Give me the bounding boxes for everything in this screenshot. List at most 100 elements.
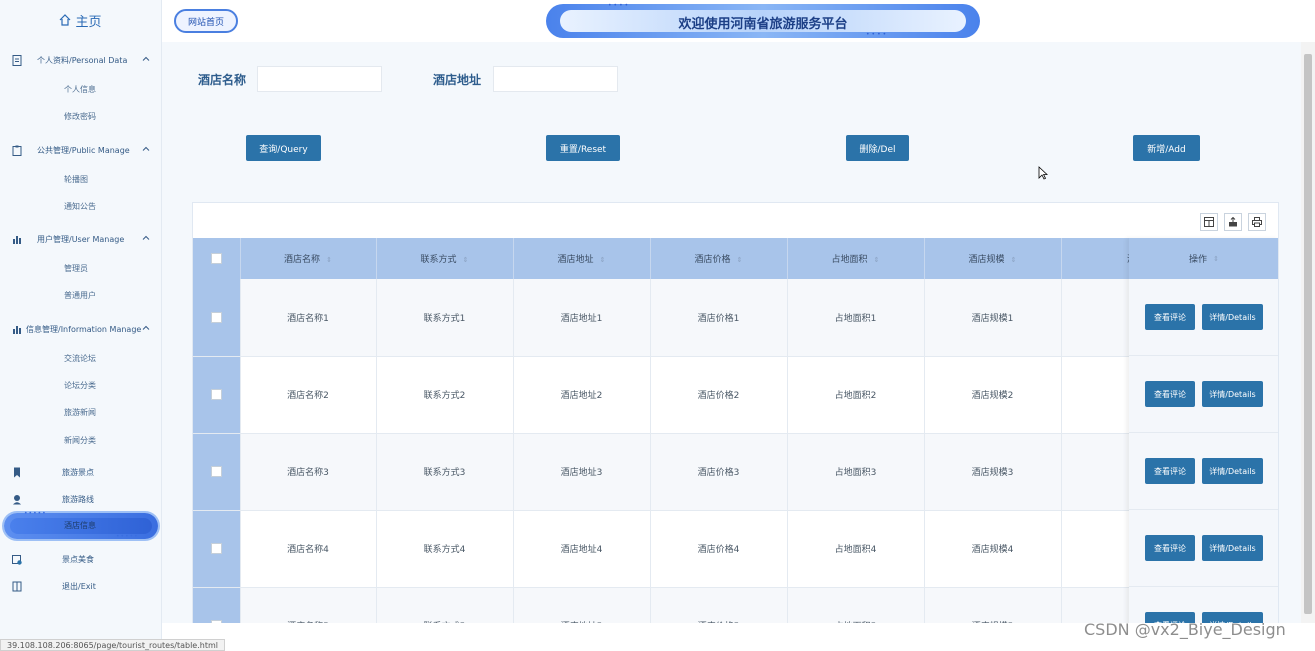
- select-all-cell[interactable]: [193, 238, 241, 279]
- operations-row: 查看评论 详情/Details: [1129, 433, 1278, 510]
- column-header-scale[interactable]: 酒店规模 ⇕: [924, 238, 1062, 279]
- sort-icon[interactable]: ⇕: [874, 256, 880, 264]
- sidebar-item-notices[interactable]: 通知公告: [0, 197, 162, 217]
- sort-icon[interactable]: ⇕: [326, 256, 332, 264]
- table-cell: 占地面积5: [787, 587, 925, 623]
- user-badge-icon: [13, 494, 21, 504]
- row-select-cell[interactable]: [193, 433, 241, 511]
- sidebar-item-attractions[interactable]: 旅游景点: [0, 461, 162, 483]
- table-cell: 酒店规模4: [924, 510, 1062, 588]
- details-button[interactable]: 详情/Details: [1202, 458, 1263, 484]
- sidebar-group-personal[interactable]: 个人资料/Personal Data: [0, 49, 162, 71]
- chevron-up-icon: [142, 146, 150, 151]
- sort-icon[interactable]: ⇕: [1213, 255, 1219, 263]
- table-row: 酒店名称2 联系方式2 酒店地址2 酒店价格2 占地面积2 酒店规模2 酒店: [193, 356, 1212, 434]
- sidebar-item-profile[interactable]: 个人信息: [0, 80, 162, 100]
- columns-toggle-button[interactable]: [1200, 213, 1218, 231]
- sidebar-group-users[interactable]: 用户管理/User Manage: [0, 228, 162, 250]
- column-header-address[interactable]: 酒店地址 ⇕: [513, 238, 651, 279]
- sort-icon[interactable]: ⇕: [600, 256, 606, 264]
- row-select-cell[interactable]: [193, 279, 241, 357]
- table-row: 酒店名称5 联系方式5 酒店地址5 酒店价格5 占地面积5 酒店规模5 酒店: [193, 587, 1212, 623]
- sidebar-group-label: 个人资料/Personal Data: [37, 55, 128, 65]
- select-all-checkbox[interactable]: [210, 253, 222, 264]
- table-row: 酒店名称3 联系方式3 酒店地址3 酒店价格3 占地面积3 酒店规模3 酒店: [193, 433, 1212, 511]
- sidebar-item-routes[interactable]: 旅游路线: [0, 488, 162, 510]
- sidebar-item-forum-category[interactable]: 论坛分类: [0, 376, 162, 396]
- reset-button[interactable]: 重置/Reset: [546, 135, 620, 161]
- sidebar-item-news-category[interactable]: 新闻分类: [0, 431, 162, 451]
- sidebar-item-carousel[interactable]: 轮播图: [0, 170, 162, 190]
- hotel-name-label: 酒店名称: [198, 73, 247, 87]
- view-comments-button[interactable]: 查看评论: [1145, 458, 1195, 484]
- column-header-name[interactable]: 酒店名称 ⇕: [240, 238, 377, 279]
- row-select-cell[interactable]: [193, 356, 241, 434]
- sort-icon[interactable]: ⇕: [1011, 256, 1017, 264]
- sidebar-item-password[interactable]: 修改密码: [0, 107, 162, 127]
- sidebar-item-exit[interactable]: 退出/Exit: [0, 575, 162, 597]
- sidebar-item-forum[interactable]: 交流论坛: [0, 349, 162, 369]
- export-button[interactable]: [1224, 213, 1242, 231]
- row-checkbox[interactable]: [210, 311, 222, 323]
- site-home-button[interactable]: 网站首页: [174, 9, 238, 33]
- view-comments-button[interactable]: 查看评论: [1145, 304, 1195, 330]
- sidebar-group-public[interactable]: 公共管理/Public Manage: [0, 139, 162, 161]
- decor-dots: ••••: [866, 31, 889, 38]
- vertical-scrollbar[interactable]: [1301, 42, 1315, 623]
- sort-icon[interactable]: ⇕: [463, 256, 469, 264]
- sort-icon[interactable]: ⇕: [737, 256, 743, 264]
- sidebar-group-label: 用户管理/User Manage: [37, 234, 125, 244]
- view-comments-button[interactable]: 查看评论: [1145, 381, 1195, 407]
- header-label: 占地面积: [831, 255, 868, 265]
- sidebar-item-users[interactable]: 普通用户: [0, 286, 162, 306]
- table-cell: 酒店价格3: [650, 433, 788, 511]
- sidebar-item-label: 退出/Exit: [62, 581, 96, 591]
- add-button[interactable]: 新增/Add: [1133, 135, 1200, 161]
- sidebar-home[interactable]: 主页: [0, 0, 161, 40]
- table-cell: 占地面积1: [787, 279, 925, 357]
- table-cell: 酒店名称4: [240, 510, 377, 588]
- view-comments-button[interactable]: 查看评论: [1145, 535, 1195, 561]
- sidebar-item-news[interactable]: 旅游新闻: [0, 403, 162, 423]
- row-checkbox[interactable]: [210, 466, 222, 477]
- column-header-contact[interactable]: 联系方式 ⇕: [376, 238, 514, 279]
- column-header-price[interactable]: 酒店价格 ⇕: [650, 238, 788, 279]
- header-label: 酒店地址: [557, 255, 594, 265]
- column-header-operations: 操作 ⇕: [1129, 238, 1278, 279]
- sidebar-item-food[interactable]: 景点美食: [0, 548, 162, 570]
- table-cell: 占地面积4: [787, 510, 925, 588]
- decor-dots: ••••: [608, 2, 631, 9]
- row-checkbox[interactable]: [210, 620, 222, 623]
- query-button[interactable]: 查询/Query: [246, 135, 321, 161]
- header-label: 联系方式: [420, 255, 457, 265]
- details-button[interactable]: 详情/Details: [1202, 535, 1263, 561]
- mouse-cursor-icon: [1038, 166, 1048, 180]
- hotel-name-input[interactable]: [257, 66, 382, 92]
- sidebar-group-info[interactable]: 信息管理/Information Manage: [0, 318, 162, 340]
- table-panel: 酒店名称⇕ 联系方式⇕ 酒店地址⇕ 酒店价格⇕ 占地面积⇕ 酒店规模⇕ 酒店 酒…: [192, 202, 1279, 623]
- row-select-cell[interactable]: [193, 510, 241, 588]
- delete-button[interactable]: 删除/Del: [846, 135, 909, 161]
- chevron-up-icon: [142, 235, 150, 240]
- table-toolbar: [1200, 213, 1266, 231]
- hotel-table: 酒店名称⇕ 联系方式⇕ 酒店地址⇕ 酒店价格⇕ 占地面积⇕ 酒店规模⇕ 酒店 酒…: [193, 238, 1212, 623]
- operations-row: 查看评论 详情/Details: [1129, 510, 1278, 587]
- sidebar-item-admins[interactable]: 管理员: [0, 259, 162, 279]
- table-header-row: 酒店名称⇕ 联系方式⇕ 酒店地址⇕ 酒店价格⇕ 占地面积⇕ 酒店规模⇕ 酒店: [193, 238, 1212, 279]
- details-button[interactable]: 详情/Details: [1202, 304, 1263, 330]
- scrollbar-thumb[interactable]: [1304, 54, 1312, 614]
- book-icon: [12, 581, 22, 591]
- row-checkbox[interactable]: [210, 543, 222, 554]
- sidebar-item-label: 酒店信息: [64, 521, 96, 530]
- hotel-address-label: 酒店地址: [433, 73, 482, 87]
- column-header-area[interactable]: 占地面积 ⇕: [787, 238, 925, 279]
- table-row: 酒店名称4 联系方式4 酒店地址4 酒店价格4 占地面积4 酒店规模4 酒店: [193, 510, 1212, 588]
- details-button[interactable]: 详情/Details: [1202, 381, 1263, 407]
- row-select-cell[interactable]: [193, 587, 241, 623]
- row-checkbox[interactable]: [210, 389, 222, 400]
- print-button[interactable]: [1248, 213, 1266, 231]
- sidebar-item-label: 旅游景点: [62, 467, 94, 477]
- table-cell: 酒店名称5: [240, 587, 377, 623]
- hotel-address-input[interactable]: [493, 66, 618, 92]
- sidebar-item-hotels[interactable]: ••••• ••••• 酒店信息: [4, 510, 158, 540]
